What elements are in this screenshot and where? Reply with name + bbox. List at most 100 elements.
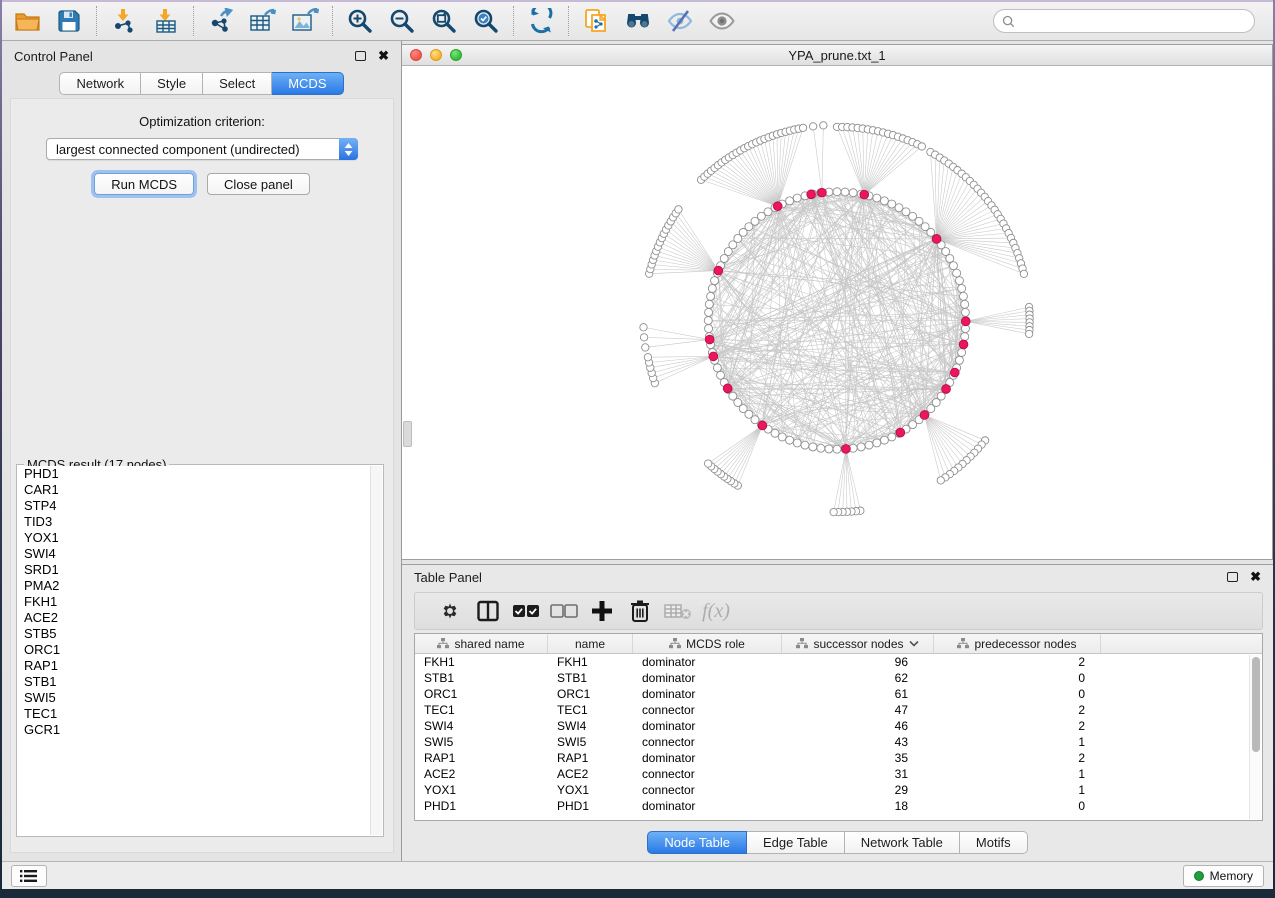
zoom-fit-button[interactable] (427, 5, 461, 37)
function-builder-icon: f(x) (702, 600, 730, 623)
cell-shared-name: SWI4 (415, 719, 548, 733)
table-row[interactable]: ORC1ORC1dominator610 (415, 686, 1262, 702)
optimization-criterion-select[interactable]: largest connected component (undirected) (46, 138, 358, 160)
close-panel-button[interactable]: Close panel (207, 173, 310, 195)
run-mcds-button[interactable]: Run MCDS (94, 173, 194, 195)
result-list-scrollbar[interactable] (370, 466, 382, 835)
settings-button[interactable] (431, 594, 469, 628)
network-canvas[interactable] (402, 66, 1272, 559)
table-row[interactable]: YOX1YOX1connector291 (415, 782, 1262, 798)
mcds-result-item[interactable]: ORC1 (18, 642, 370, 658)
cell-predecessor-nodes: 0 (934, 671, 1101, 685)
close-icon[interactable]: ✖ (1250, 572, 1261, 582)
mcds-result-item[interactable]: GCR1 (18, 722, 370, 738)
mcds-result-item[interactable]: STP4 (18, 498, 370, 514)
show-all-button[interactable] (705, 5, 739, 37)
deselect-all-checks-button[interactable] (545, 594, 583, 628)
save-session-button[interactable] (52, 5, 86, 37)
network-search-box[interactable] (993, 9, 1255, 33)
mcds-result-item[interactable]: TEC1 (18, 706, 370, 722)
cell-successor-nodes: 47 (782, 703, 934, 717)
copy-network-icon (583, 8, 609, 34)
import-table-icon (153, 8, 179, 34)
table-row[interactable]: FKH1FKH1dominator962 (415, 654, 1262, 670)
tab-motifs[interactable]: Motifs (960, 831, 1028, 854)
hide-selected-button[interactable] (663, 5, 697, 37)
settings-icon (438, 599, 462, 623)
column-header-mcds-role[interactable]: MCDS role (633, 634, 782, 653)
table-scrollbar[interactable] (1249, 655, 1261, 819)
mcds-result-item[interactable]: SWI5 (18, 690, 370, 706)
mcds-result-list[interactable]: PHD1CAR1STP4TID3YOX1SWI4SRD1PMA2FKH1ACE2… (18, 466, 370, 835)
tab-network-table[interactable]: Network Table (845, 831, 960, 854)
mcds-result-item[interactable]: TID3 (18, 514, 370, 530)
first-neighbors-button[interactable] (621, 5, 655, 37)
mcds-result-item[interactable]: SRD1 (18, 562, 370, 578)
column-label: MCDS role (686, 637, 745, 651)
mcds-result-item[interactable]: FKH1 (18, 594, 370, 610)
column-header-successor-nodes[interactable]: successor nodes (782, 634, 934, 653)
table-row[interactable]: RAP1RAP1dominator352 (415, 750, 1262, 766)
mcds-result-item[interactable]: PHD1 (18, 466, 370, 482)
import-network-button[interactable] (107, 5, 141, 37)
copy-network-button[interactable] (579, 5, 613, 37)
zoom-in-button[interactable] (343, 5, 377, 37)
cell-shared-name: STB1 (415, 671, 548, 685)
memory-button[interactable]: Memory (1183, 865, 1264, 887)
scrollbar-thumb[interactable] (1252, 657, 1260, 752)
mcds-result-item[interactable]: STB5 (18, 626, 370, 642)
zoom-selected-button[interactable] (469, 5, 503, 37)
mcds-result-item[interactable]: PMA2 (18, 578, 370, 594)
table-row[interactable]: SWI5SWI5connector431 (415, 734, 1262, 750)
cytoscape-app-window: Control Panel ✖ NetworkStyleSelectMCDS O… (2, 0, 1273, 889)
tab-style[interactable]: Style (141, 72, 203, 95)
table-row[interactable]: TEC1TEC1connector472 (415, 702, 1262, 718)
export-table-button[interactable] (246, 5, 280, 37)
tab-network[interactable]: Network (59, 72, 141, 95)
mcds-result-item[interactable]: RAP1 (18, 658, 370, 674)
search-input[interactable] (1021, 14, 1254, 28)
toggle-columns-button[interactable] (469, 594, 507, 628)
tab-edge-table[interactable]: Edge Table (747, 831, 845, 854)
refresh-view-button[interactable] (524, 5, 558, 37)
tab-select[interactable]: Select (203, 72, 272, 95)
mcds-result-item[interactable]: STB1 (18, 674, 370, 690)
tab-mcds[interactable]: MCDS (272, 72, 343, 95)
cell-name: TEC1 (548, 703, 633, 717)
open-file-button[interactable] (10, 5, 44, 37)
mcds-result-item[interactable]: CAR1 (18, 482, 370, 498)
mcds-result-item[interactable]: ACE2 (18, 610, 370, 626)
cell-predecessor-nodes: 1 (934, 783, 1101, 797)
close-icon[interactable]: ✖ (378, 51, 389, 61)
mcds-result-item[interactable]: YOX1 (18, 530, 370, 546)
column-header-name[interactable]: name (548, 634, 633, 653)
select-all-checks-button[interactable] (507, 594, 545, 628)
cell-mcds-role: dominator (633, 751, 782, 765)
table-row[interactable]: ACE2ACE2connector311 (415, 766, 1262, 782)
mcds-panel: Optimization criterion: largest connecte… (10, 98, 394, 853)
column-header-shared-name[interactable]: shared name (415, 634, 548, 653)
mcds-result-item[interactable]: SWI4 (18, 546, 370, 562)
tab-node-table[interactable]: Node Table (647, 831, 747, 854)
import-table-button[interactable] (149, 5, 183, 37)
add-column-button[interactable] (583, 594, 621, 628)
column-header-predecessor-nodes[interactable]: predecessor nodes (934, 634, 1101, 653)
table-body: FKH1FKH1dominator962STB1STB1dominator620… (415, 654, 1262, 814)
table-row[interactable]: SWI4SWI4dominator462 (415, 718, 1262, 734)
task-history-button[interactable] (11, 865, 47, 887)
right-column: YPA_prune.txt_1 Table Panel (402, 41, 1273, 861)
select-all-checks-icon (512, 601, 540, 621)
cell-mcds-role: connector (633, 783, 782, 797)
delete-column-button[interactable] (621, 594, 659, 628)
float-icon[interactable] (1227, 572, 1238, 582)
panel-splitter-handle[interactable] (403, 421, 412, 447)
table-row[interactable]: STB1STB1dominator620 (415, 670, 1262, 686)
float-icon[interactable] (355, 51, 366, 61)
zoom-out-button[interactable] (385, 5, 419, 37)
cell-successor-nodes: 62 (782, 671, 934, 685)
cell-name: STB1 (548, 671, 633, 685)
export-network-button[interactable] (204, 5, 238, 37)
cell-mcds-role: dominator (633, 671, 782, 685)
export-image-button[interactable] (288, 5, 322, 37)
table-row[interactable]: PHD1PHD1dominator180 (415, 798, 1262, 814)
